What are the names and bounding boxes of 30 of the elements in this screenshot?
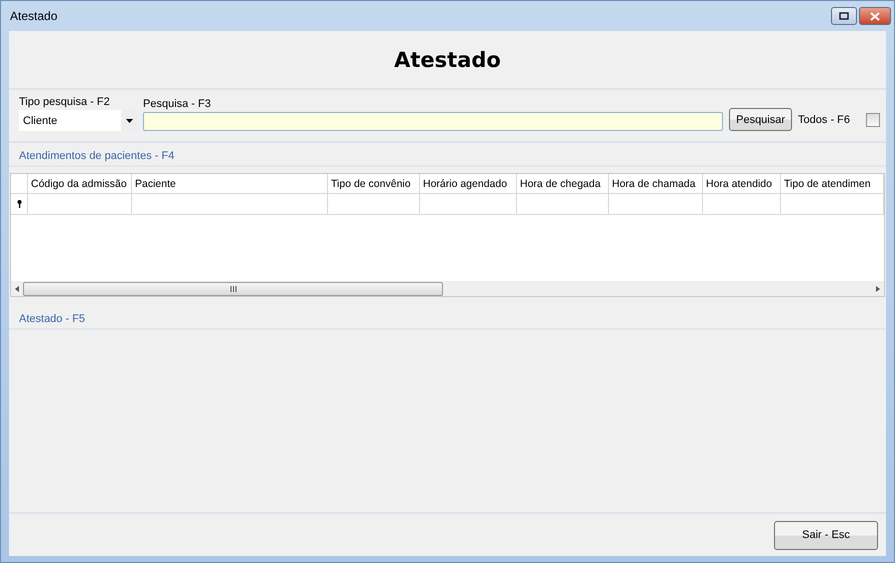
scroll-thumb[interactable] [23, 282, 443, 296]
column-header[interactable]: Tipo de atendimen [781, 174, 884, 193]
section-title: Atendimentos de pacientes - F4 [19, 150, 174, 162]
field-label: Pesquisa - F3 [143, 98, 212, 110]
close-button[interactable] [859, 7, 891, 25]
column-header[interactable]: Hora de chamada [609, 174, 703, 193]
exit-button[interactable]: Sair - Esc [774, 520, 878, 550]
caret-icon [126, 118, 132, 122]
section-title: Atestado - F5 [19, 313, 86, 325]
scroll-right-icon[interactable] [876, 286, 880, 292]
column-header[interactable]: Hora de chegada [517, 174, 609, 193]
column-header[interactable]: Tipo de convênio [328, 174, 420, 193]
search-field[interactable] [143, 112, 724, 131]
horizontal-scrollbar[interactable] [11, 281, 884, 296]
restore-button[interactable] [831, 7, 857, 25]
search-type-dropdown[interactable]: Cliente [19, 110, 137, 131]
column-header[interactable]: Horário agendado [420, 174, 517, 193]
restore-icon [839, 12, 849, 20]
scroll-left-icon[interactable] [15, 286, 19, 292]
search-button[interactable]: Pesquisar [729, 108, 792, 131]
page-title: Atestado [394, 48, 501, 72]
close-icon [870, 12, 880, 20]
window-title: Atestado [10, 9, 58, 23]
all-checkbox[interactable] [866, 113, 880, 127]
column-header[interactable]: Hora atendido [703, 174, 781, 193]
field-label: Tipo pesquisa - F2 [19, 96, 111, 108]
checkbox-label: Todos - F6 [798, 114, 850, 126]
column-header[interactable]: Paciente [132, 174, 328, 193]
column-header[interactable]: Código da admissão [28, 174, 132, 193]
grip-icon [230, 286, 236, 292]
